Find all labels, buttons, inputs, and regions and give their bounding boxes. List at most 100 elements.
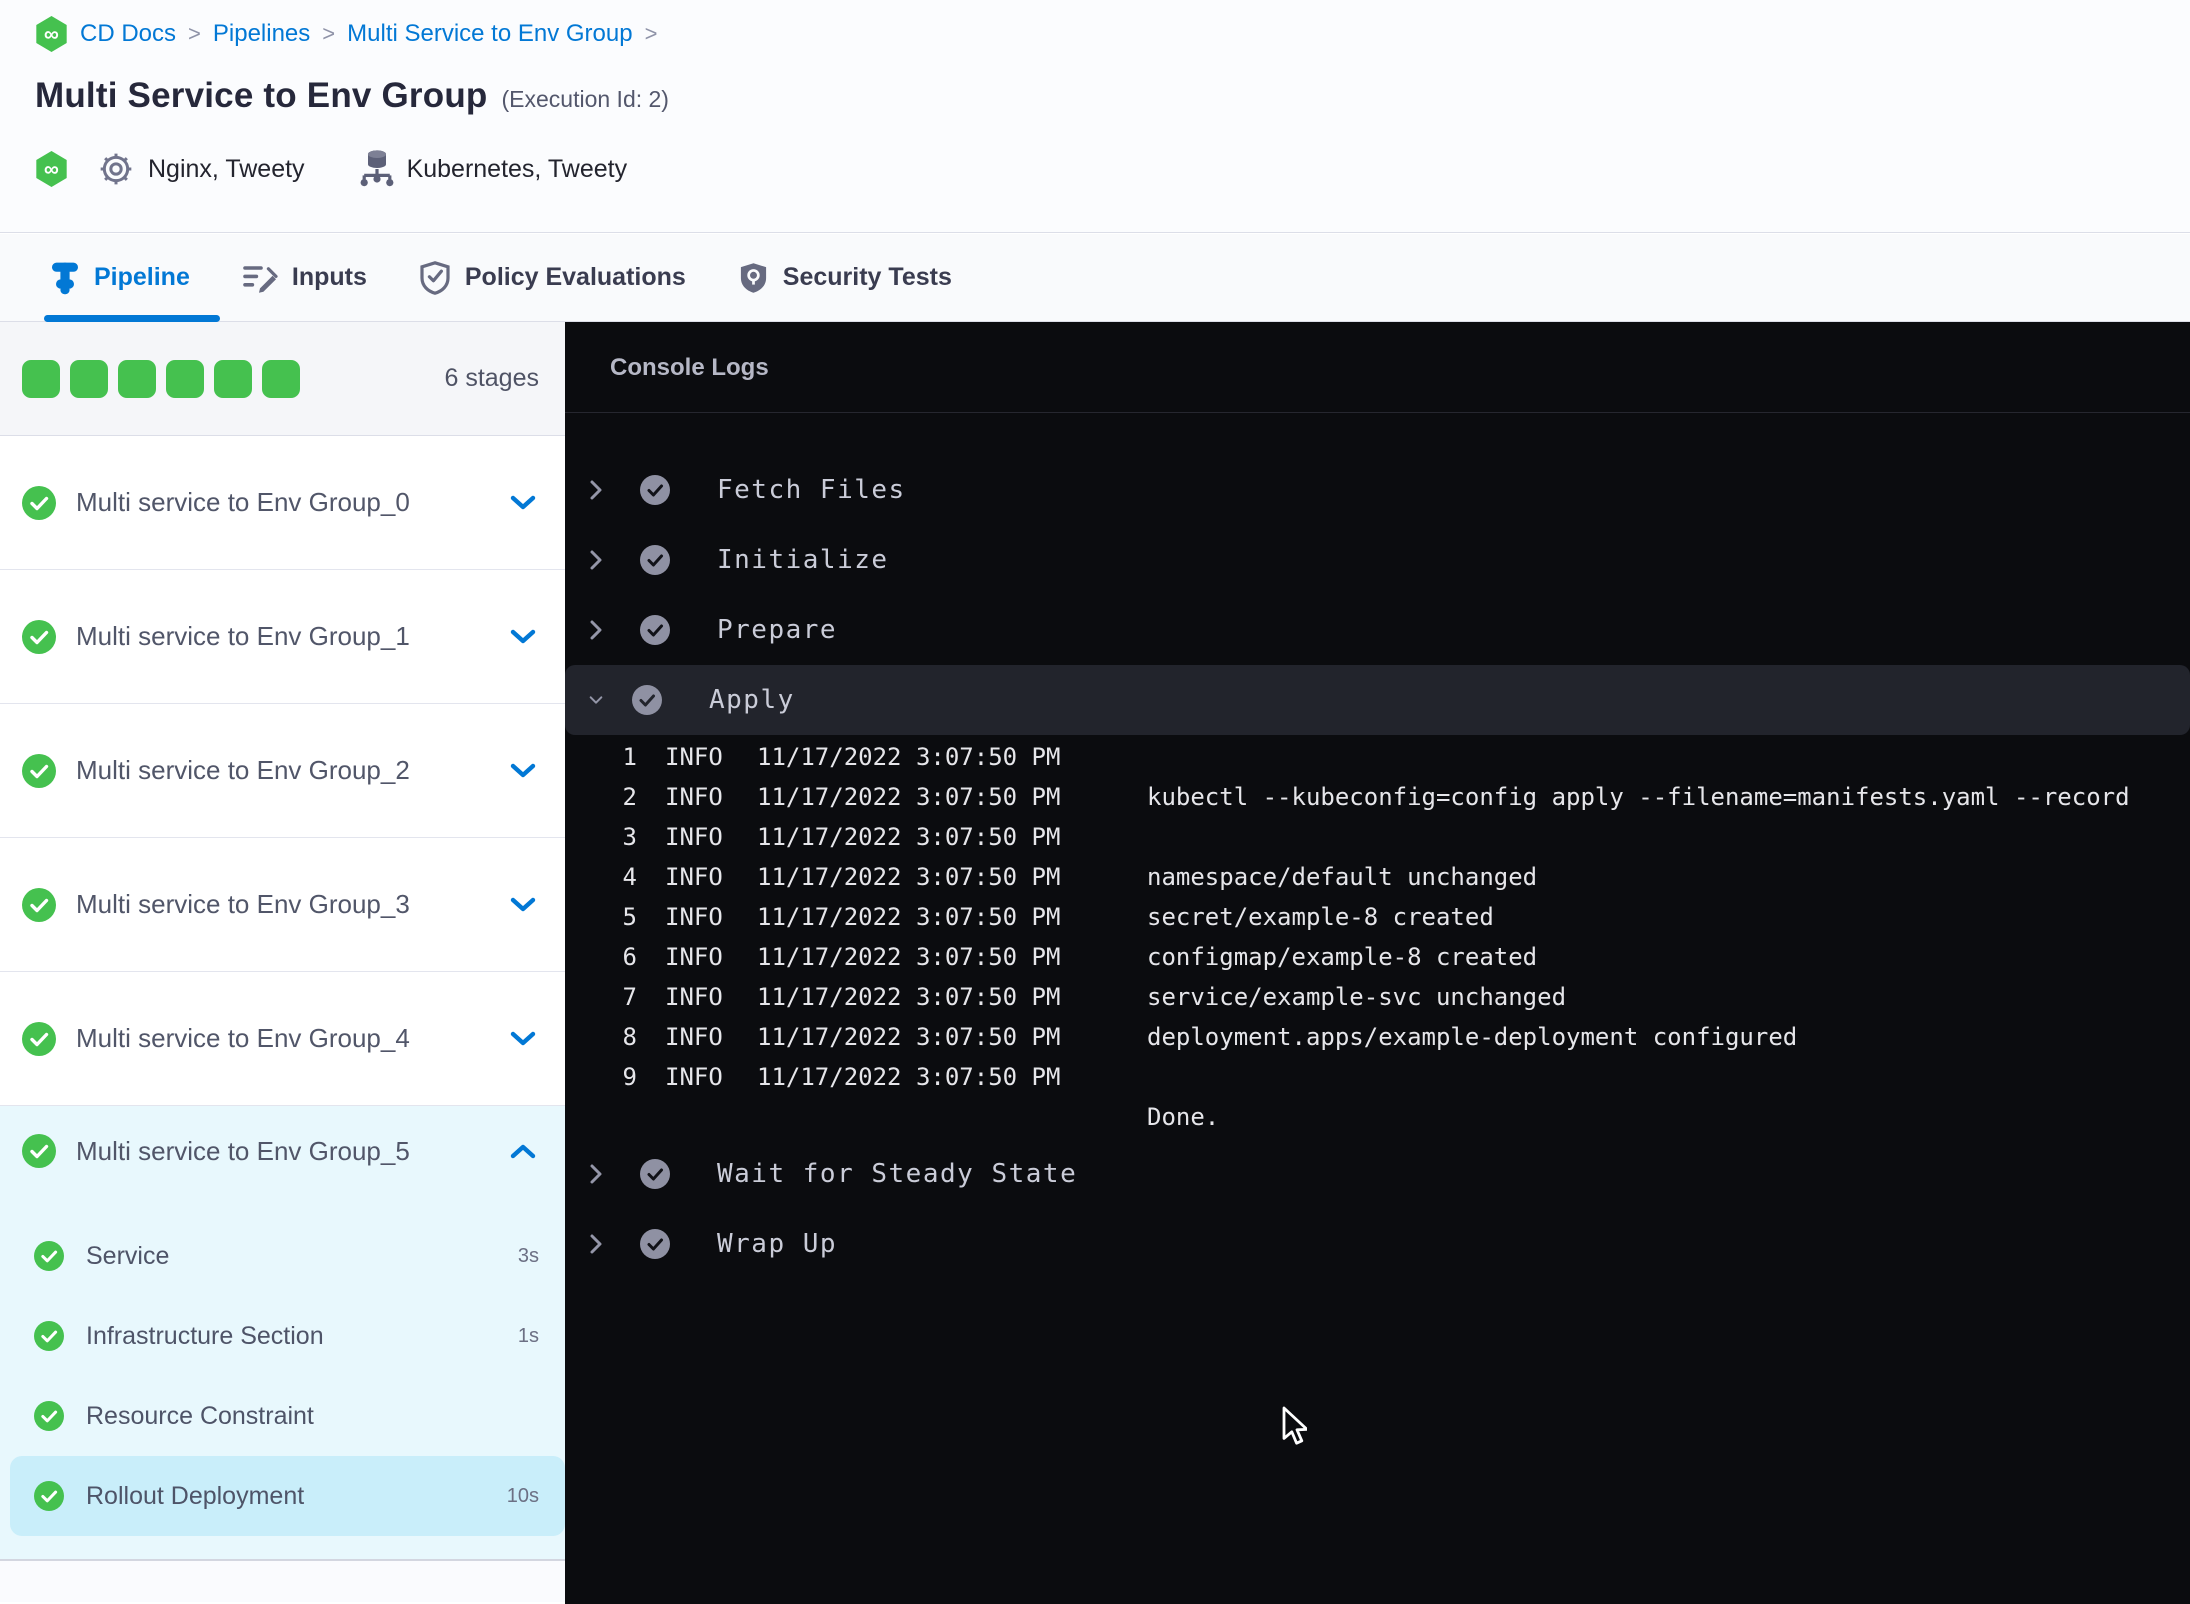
tab-security-tests-label: Security Tests [782, 263, 952, 291]
tab-inputs[interactable]: Inputs [242, 262, 367, 294]
inputs-icon [242, 262, 278, 294]
chevron-down-icon[interactable] [509, 762, 537, 779]
shield-scan-icon [738, 260, 769, 296]
step-row-service[interactable]: Service 3s [0, 1216, 565, 1296]
console-step-label: Wait for Steady State [717, 1159, 1078, 1189]
page-header: ∞ CD Docs > Pipelines > Multi Service to… [0, 0, 2190, 233]
stage-name: Multi service to Env Group_1 [76, 621, 410, 651]
step-success-check-icon [640, 1229, 670, 1259]
stage-row[interactable]: Multi service to Env Group_2 [0, 704, 565, 838]
chevron-right-icon[interactable] [588, 618, 604, 642]
console-step-apply-expanded[interactable]: Apply [565, 665, 2190, 735]
success-check-icon [22, 1021, 56, 1056]
success-check-icon [22, 887, 56, 922]
sidebar-filler [0, 1561, 565, 1602]
breadcrumb-link-cd-docs[interactable]: CD Docs [80, 20, 176, 48]
stage-row[interactable]: Multi service to Env Group_4 [0, 972, 565, 1106]
breadcrumb-link-pipeline-name[interactable]: Multi Service to Env Group [347, 20, 632, 48]
breadcrumb-link-pipelines[interactable]: Pipelines [213, 20, 310, 48]
console-step-label: Fetch Files [717, 475, 906, 505]
console-step-prepare[interactable]: Prepare [565, 595, 2190, 665]
infrastructure-label: Kubernetes, Tweety [406, 154, 628, 183]
stage-success-square [70, 359, 108, 398]
step-success-check-icon [640, 545, 670, 575]
success-check-icon [34, 1481, 64, 1511]
chevron-right-icon[interactable] [588, 548, 604, 572]
step-row-resource-constraint[interactable]: Resource Constraint [0, 1376, 565, 1456]
step-duration: 10s [506, 1484, 539, 1507]
stage-row[interactable]: Multi service to Env Group_1 [0, 570, 565, 704]
step-row-infrastructure[interactable]: Infrastructure Section 1s [0, 1296, 565, 1376]
console-header-divider [565, 412, 2190, 413]
log-line: 5 INFO 11/17/2022 3:07:50 PM secret/example… [565, 897, 2190, 937]
log-timestamp: 11/17/2022 3:07:50 PM [757, 1063, 1061, 1091]
log-message: namespace/default unchanged [1147, 863, 1538, 891]
log-timestamp: 11/17/2022 3:07:50 PM [757, 783, 1061, 811]
chevron-down-icon[interactable] [509, 1030, 537, 1047]
tab-pipeline[interactable]: Pipeline [50, 261, 190, 295]
log-line-number: 2 [622, 783, 637, 811]
chevron-up-icon[interactable] [509, 1143, 537, 1160]
stage-row[interactable]: Multi service to Env Group_3 [0, 838, 565, 972]
chevron-down-icon[interactable] [509, 896, 537, 913]
step-name: Infrastructure Section [86, 1321, 324, 1350]
chevron-down-icon[interactable] [588, 692, 604, 708]
console-logs-title: Console Logs [610, 354, 769, 381]
log-message: secret/example-8 created [1147, 903, 1494, 931]
log-line: 8 INFO 11/17/2022 3:07:50 PM deployment.app… [565, 1017, 2190, 1057]
stage-name: Multi service to Env Group_3 [76, 889, 410, 919]
log-line: 1 INFO 11/17/2022 3:07:50 PM [565, 737, 2190, 777]
console-step-label: Prepare [717, 615, 838, 645]
log-message: service/example-svc unchanged [1147, 983, 1567, 1011]
stage-row[interactable]: Multi service to Env Group_0 [0, 436, 565, 570]
gear-icon [96, 149, 136, 189]
page-title: Multi Service to Env Group [35, 76, 488, 115]
stage-row-expanded[interactable]: Multi service to Env Group_5 [0, 1106, 565, 1196]
stage-name: Multi service to Env Group_0 [76, 487, 410, 517]
harness-pipeline-icon: ∞ [36, 16, 67, 52]
chevron-right-icon[interactable] [588, 1162, 604, 1186]
breadcrumb: ∞ CD Docs > Pipelines > Multi Service to… [35, 14, 657, 54]
breadcrumb-separator: > [322, 21, 336, 46]
tab-inputs-label: Inputs [291, 263, 367, 291]
chevron-down-icon[interactable] [509, 494, 537, 511]
log-timestamp: 11/17/2022 3:07:50 PM [757, 1023, 1061, 1051]
success-check-icon [34, 1241, 64, 1271]
console-step-label: Apply [709, 685, 795, 715]
execution-id-label: (Execution Id: 2) [501, 86, 669, 112]
console-step-wait-for-steady-state[interactable]: Wait for Steady State [565, 1139, 2190, 1209]
chevron-right-icon[interactable] [588, 1232, 604, 1256]
chevron-down-icon[interactable] [509, 628, 537, 645]
log-timestamp: 11/17/2022 3:07:50 PM [757, 943, 1061, 971]
log-level: INFO [665, 783, 723, 811]
execution-tabbar: Pipeline Inputs Policy Evaluations Secur… [0, 234, 2190, 322]
stage-steps-list: Service 3s Infrastructure Section 1s Res… [0, 1196, 565, 1536]
log-level: INFO [665, 823, 723, 851]
success-check-icon [22, 619, 56, 654]
step-duration: 3s [517, 1244, 539, 1267]
stage-success-square [166, 359, 204, 398]
apply-log-output: 1 INFO 11/17/2022 3:07:50 PM 2 INFO 11/17/20… [565, 735, 2190, 1139]
log-timestamp: 11/17/2022 3:07:50 PM [757, 743, 1061, 771]
log-level: INFO [665, 983, 723, 1011]
execution-meta-row: ∞ Nginx, Tweety Kubernetes, Tweety [35, 144, 627, 194]
console-logs-panel: Console Logs Fetch Files Initialize Prep… [565, 322, 2190, 1604]
log-message: Done. [1147, 1103, 1220, 1131]
infinity-glyph: ∞ [44, 157, 59, 181]
console-step-wrap-up[interactable]: Wrap Up [565, 1209, 2190, 1279]
log-line-number: 6 [622, 943, 637, 971]
success-check-icon [22, 1134, 56, 1168]
step-row-rollout-deployment-selected[interactable]: Rollout Deployment 10s [10, 1456, 565, 1536]
log-timestamp: 11/17/2022 3:07:50 PM [757, 823, 1061, 851]
log-line-number: 4 [622, 863, 637, 891]
chevron-right-icon[interactable] [588, 478, 604, 502]
log-level: INFO [665, 1063, 723, 1091]
tab-security-tests[interactable]: Security Tests [738, 260, 952, 296]
step-duration: 1s [517, 1324, 539, 1347]
stage-success-square [262, 359, 300, 398]
console-step-initialize[interactable]: Initialize [565, 525, 2190, 595]
tab-policy-evaluations[interactable]: Policy Evaluations [419, 260, 686, 296]
log-line-number: 8 [622, 1023, 637, 1051]
step-name: Resource Constraint [86, 1401, 314, 1430]
console-step-fetch-files[interactable]: Fetch Files [565, 455, 2190, 525]
